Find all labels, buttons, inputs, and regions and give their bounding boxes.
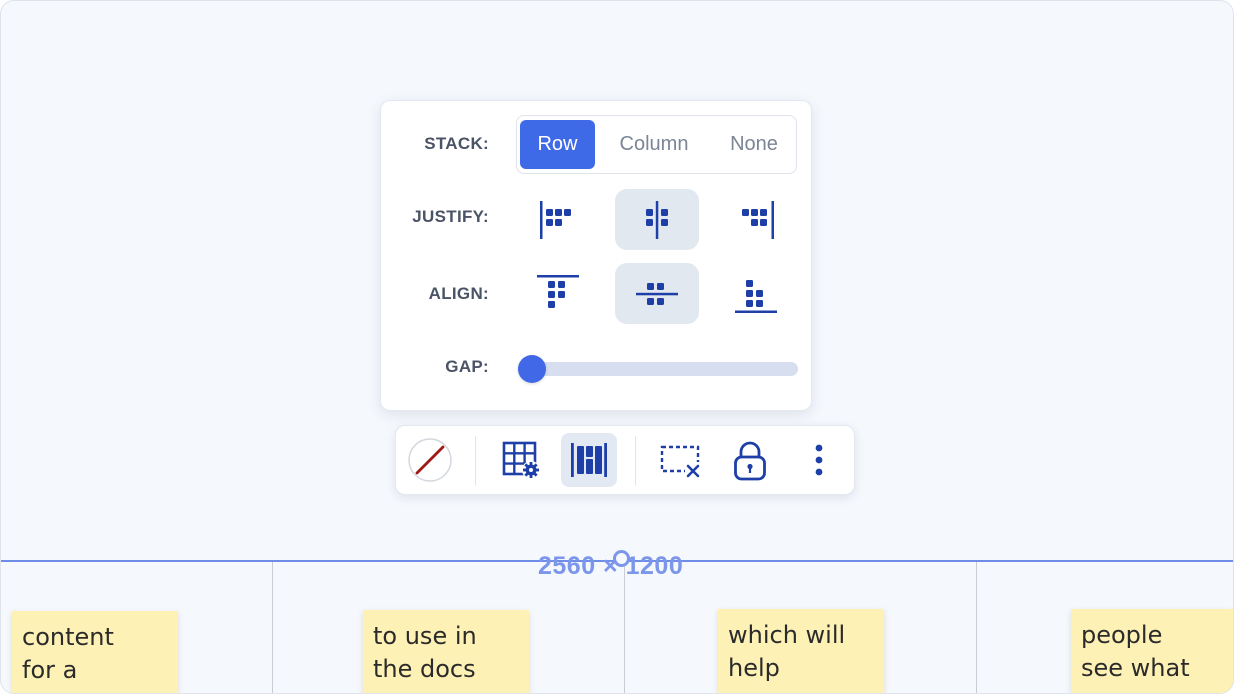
gap-slider[interactable] — [518, 362, 798, 376]
fill-color-button[interactable] — [402, 433, 458, 487]
sticky-note-line: which will — [728, 621, 846, 649]
stack-label: STACK: — [424, 134, 489, 153]
align-bottom-icon — [735, 279, 777, 313]
canvas[interactable]: STACK: Row Column None JUSTIFY: ALIGN: G… — [0, 0, 1234, 694]
more-options-button[interactable] — [791, 433, 847, 487]
align-label: ALIGN: — [428, 284, 489, 303]
sticky-note[interactable]: which will help — [718, 609, 884, 693]
remove-frame-button[interactable] — [653, 433, 709, 487]
align-bottom-button[interactable] — [714, 263, 798, 324]
gap-label: GAP: — [445, 357, 489, 376]
justify-center-icon — [646, 200, 668, 239]
justify-center-button[interactable] — [615, 189, 699, 250]
stack-segmented-control: Row Column None — [516, 115, 797, 174]
align-middle-icon — [636, 282, 678, 305]
sticky-note-line: to use in — [373, 622, 477, 650]
grid-settings-button[interactable] — [493, 433, 549, 487]
stack-row-option[interactable]: Row — [520, 120, 595, 169]
grid-settings-icon — [502, 441, 540, 479]
align-middle-button[interactable] — [615, 263, 699, 324]
sticky-note[interactable]: to use in the docs — [363, 610, 529, 693]
justify-label: JUSTIFY: — [412, 207, 489, 226]
toolbar-divider — [475, 436, 476, 486]
more-options-icon — [815, 444, 823, 476]
stack-layout-button[interactable] — [561, 433, 617, 487]
sticky-note-line: for a — [22, 656, 78, 684]
selection-toolbar — [395, 425, 855, 495]
sticky-note-line: see what — [1081, 654, 1190, 682]
frame-dimensions-label: 2560 × 1200 — [538, 552, 684, 580]
sticky-note-line: people — [1081, 621, 1163, 649]
justify-start-button[interactable] — [516, 189, 600, 250]
align-top-icon — [537, 274, 579, 308]
remove-frame-icon — [660, 445, 701, 478]
layout-popover: STACK: Row Column None JUSTIFY: ALIGN: G… — [380, 100, 812, 411]
toolbar-divider — [635, 436, 636, 486]
stack-none-option[interactable]: None — [713, 120, 795, 169]
no-fill-icon — [408, 438, 452, 482]
frame-resize-handle[interactable] — [613, 550, 630, 567]
stack-layout-icon — [571, 443, 607, 477]
sticky-note[interactable]: people see what — [1071, 609, 1233, 693]
column-divider — [272, 562, 273, 693]
justify-start-icon — [540, 200, 571, 239]
stack-column-option[interactable]: Column — [599, 120, 709, 169]
justify-end-button[interactable] — [714, 189, 798, 250]
sticky-note-line: content — [22, 623, 114, 651]
sticky-note-line: help — [728, 654, 780, 682]
sticky-note-line: the docs — [373, 655, 476, 683]
lock-button[interactable] — [722, 433, 778, 487]
gap-slider-thumb[interactable] — [518, 355, 546, 383]
justify-end-icon — [742, 200, 774, 239]
column-divider — [976, 562, 977, 693]
sticky-note[interactable]: content for a — [12, 611, 178, 693]
column-divider — [624, 562, 625, 693]
lock-icon — [734, 441, 766, 481]
align-top-button[interactable] — [516, 263, 600, 324]
